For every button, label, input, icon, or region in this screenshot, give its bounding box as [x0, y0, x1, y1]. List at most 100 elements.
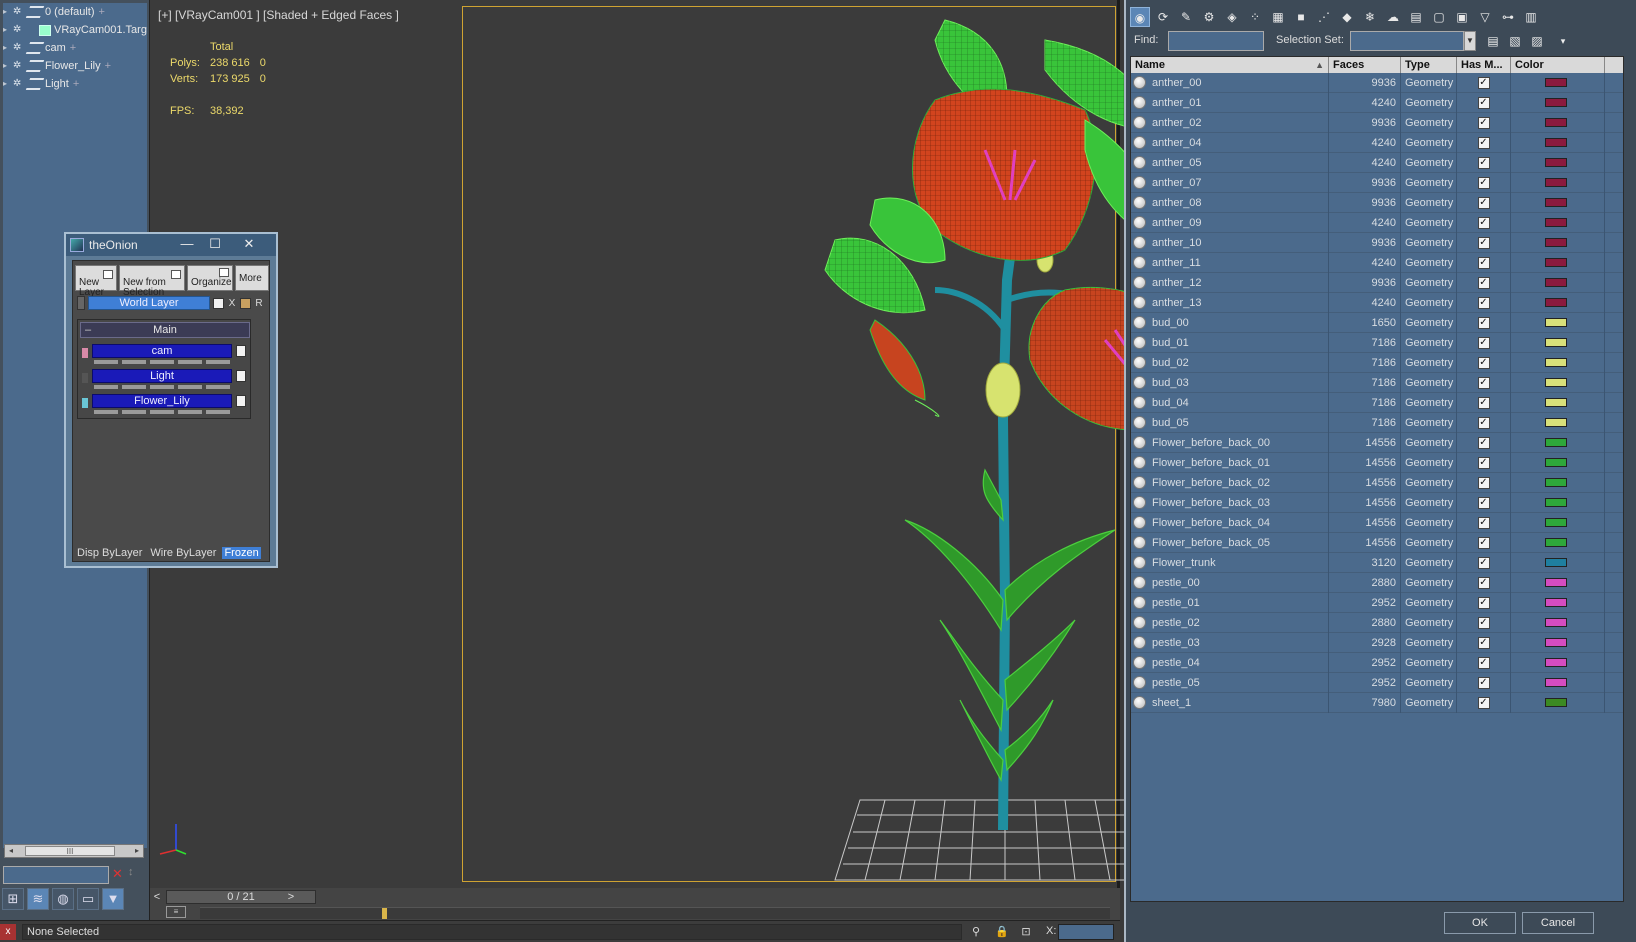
columns-icon[interactable]: ▥	[1521, 7, 1541, 27]
object-table[interactable]: Name ▲ Faces Type Has M... Color anther_…	[1130, 56, 1624, 902]
pin-icon[interactable]: ⚲	[968, 924, 984, 940]
maximize-icon[interactable]: ☐	[204, 236, 226, 254]
table-row[interactable]: Flower_before_back_03 14556 Geometry ✓	[1131, 492, 1623, 513]
onion-layer-name[interactable]: Flower_Lily	[92, 394, 232, 408]
cancel-button[interactable]: Cancel	[1522, 912, 1594, 934]
object-name-cell[interactable]: Flower_trunk	[1131, 552, 1329, 573]
scroll-thumb[interactable]: III	[25, 846, 115, 856]
table-row[interactable]: bud_00 1650 Geometry ✓	[1131, 312, 1623, 333]
color-swatch[interactable]	[1545, 158, 1567, 167]
chevron-down-icon[interactable]: ▼	[1464, 31, 1476, 51]
add-icon[interactable]: +	[105, 57, 111, 75]
table-row[interactable]: pestle_02 2880 Geometry ✓	[1131, 612, 1623, 633]
tree-item-camera-target[interactable]: ▸ ✲ VRayCam001.Targ	[3, 21, 147, 39]
object-name-cell[interactable]: anther_02	[1131, 112, 1329, 133]
clear-filter-icon[interactable]: ✕	[112, 866, 123, 882]
object-name-cell[interactable]: Flower_before_back_03	[1131, 492, 1329, 513]
table-row[interactable]: bud_04 7186 Geometry ✓	[1131, 392, 1623, 413]
more-button[interactable]: More	[235, 265, 269, 291]
lights-filter-icon[interactable]: ✎	[1176, 7, 1196, 27]
layer-property-bars[interactable]	[94, 360, 230, 364]
table-row[interactable]: anther_11 4240 Geometry ✓	[1131, 252, 1623, 273]
color-swatch[interactable]	[1545, 578, 1567, 587]
object-name-cell[interactable]: bud_03	[1131, 372, 1329, 393]
tree-item-light-layer[interactable]: ▸ ✲ Light +	[3, 75, 147, 93]
freeze-icon[interactable]: ✲	[13, 75, 25, 93]
containers-filter-icon[interactable]: ◆	[1337, 7, 1357, 27]
object-name-cell[interactable]: sheet_1	[1131, 692, 1329, 713]
object-name-cell[interactable]: Flower_before_back_00	[1131, 432, 1329, 453]
expand-icon[interactable]: ▸	[3, 21, 13, 39]
table-row[interactable]: pestle_05 2952 Geometry ✓	[1131, 672, 1623, 693]
prev-frame-button[interactable]: <	[150, 890, 164, 904]
color-swatch[interactable]	[1545, 238, 1567, 247]
shapes-filter-icon[interactable]: ⟳	[1153, 7, 1173, 27]
color-swatch[interactable]	[1545, 698, 1567, 707]
select-none-icon[interactable]: ▢	[1429, 7, 1449, 27]
object-name-cell[interactable]: anther_05	[1131, 152, 1329, 173]
color-swatch[interactable]	[1545, 418, 1567, 427]
layer-visible-checkbox[interactable]	[236, 370, 246, 382]
helpers-filter-icon[interactable]: ◈	[1222, 7, 1242, 27]
world-layer-button[interactable]: World Layer	[88, 296, 210, 310]
hierarchy-icon[interactable]: ⊞	[2, 888, 24, 910]
next-frame-button[interactable]: >	[284, 890, 298, 904]
color-swatch[interactable]	[1545, 558, 1567, 567]
world-visible-checkbox[interactable]	[213, 297, 224, 309]
column-name-header[interactable]: Name ▲	[1131, 57, 1329, 73]
color-swatch[interactable]	[1545, 638, 1567, 647]
table-row[interactable]: pestle_01 2952 Geometry ✓	[1131, 592, 1623, 613]
color-swatch[interactable]	[1545, 478, 1567, 487]
groups-filter-icon[interactable]: ▦	[1268, 7, 1288, 27]
add-selection-set-icon[interactable]: ▧	[1506, 32, 1524, 50]
table-row[interactable]: bud_01 7186 Geometry ✓	[1131, 332, 1623, 353]
add-icon[interactable]: +	[73, 75, 79, 93]
freeze-icon[interactable]: ✲	[13, 3, 25, 21]
new-layer-button[interactable]: New Layer	[75, 265, 117, 298]
group-header-main[interactable]: – Main	[80, 322, 250, 338]
object-name-cell[interactable]: pestle_05	[1131, 672, 1329, 693]
object-name-cell[interactable]: Flower_before_back_05	[1131, 532, 1329, 553]
expand-icon[interactable]: ▸	[3, 39, 13, 57]
spacewarps-filter-icon[interactable]: ⁘	[1245, 7, 1265, 27]
collapse-icon[interactable]: –	[85, 323, 91, 337]
table-row[interactable]: pestle_03 2928 Geometry ✓	[1131, 632, 1623, 653]
object-name-cell[interactable]: anther_13	[1131, 292, 1329, 313]
ok-button[interactable]: OK	[1444, 912, 1516, 934]
color-swatch[interactable]	[1545, 318, 1567, 327]
onion-layer-name[interactable]: Light	[92, 369, 232, 383]
xrefs-filter-icon[interactable]: ■	[1291, 7, 1311, 27]
absolute-mode-icon[interactable]: ⊡	[1018, 924, 1034, 940]
object-name-cell[interactable]: bud_01	[1131, 332, 1329, 353]
color-swatch[interactable]	[1545, 98, 1567, 107]
table-row[interactable]: Flower_before_back_00 14556 Geometry ✓	[1131, 432, 1623, 453]
color-swatch[interactable]	[1545, 258, 1567, 267]
object-name-cell[interactable]: bud_00	[1131, 312, 1329, 333]
table-row[interactable]: pestle_04 2952 Geometry ✓	[1131, 652, 1623, 673]
table-row[interactable]: anther_01 4240 Geometry ✓	[1131, 92, 1623, 113]
object-name-cell[interactable]: anther_01	[1131, 92, 1329, 113]
tree-item-cam-layer[interactable]: ▸ ✲ cam +	[3, 39, 147, 57]
viewport-label[interactable]: [+] [VRayCam001 ] [Shaded + Edged Faces …	[158, 8, 399, 22]
table-row[interactable]: Flower_trunk 3120 Geometry ✓	[1131, 552, 1623, 573]
color-swatch[interactable]	[1545, 498, 1567, 507]
color-swatch[interactable]	[1545, 118, 1567, 127]
world-person-icon[interactable]	[240, 297, 251, 309]
scroll-left-icon[interactable]: ◂	[5, 845, 17, 857]
save-selection-set-icon[interactable]: ▤	[1484, 32, 1502, 50]
viewport[interactable]: [+] [VRayCam001 ] [Shaded + Edged Faces …	[150, 0, 1125, 888]
sphere-icon[interactable]: ◍	[52, 888, 74, 910]
color-swatch[interactable]	[1545, 78, 1567, 87]
table-row[interactable]: anther_00 9936 Geometry ✓	[1131, 72, 1623, 93]
tree-item-flower-layer[interactable]: ▸ ✲ Flower_Lily +	[3, 57, 147, 75]
freeze-icon[interactable]: ✲	[13, 21, 25, 39]
color-swatch[interactable]	[1545, 178, 1567, 187]
remove-selection-set-icon[interactable]: ▨	[1528, 32, 1546, 50]
object-name-cell[interactable]: anther_12	[1131, 272, 1329, 293]
column-has-material-header[interactable]: Has M...	[1457, 57, 1511, 73]
filter-icon[interactable]: ▼	[102, 888, 124, 910]
display-icon[interactable]: ▭	[77, 888, 99, 910]
scroll-right-icon[interactable]: ▸	[131, 845, 143, 857]
color-swatch[interactable]	[1545, 458, 1567, 467]
theonion-titlebar[interactable]: theOnion — ☐ ✕	[66, 234, 276, 256]
